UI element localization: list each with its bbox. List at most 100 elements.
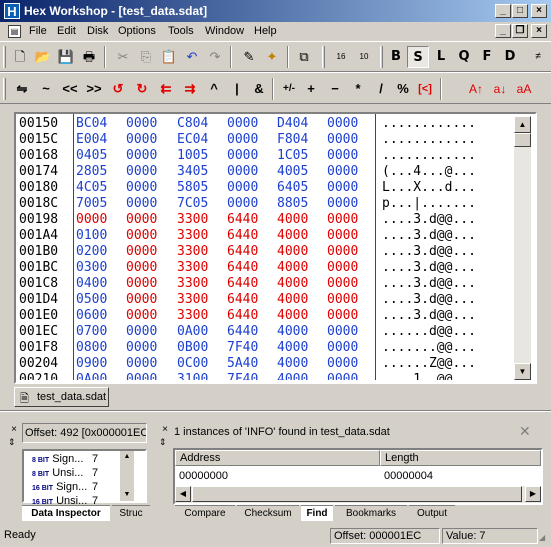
hex-cell[interactable]: 0000	[126, 116, 157, 132]
hex-cell[interactable]: 6440	[227, 260, 258, 276]
hex-cell[interactable]: 6440	[227, 212, 258, 228]
hex-cell[interactable]: 4000	[277, 324, 308, 340]
swap-icon[interactable]: ⇋	[11, 78, 33, 100]
mdi-close-button[interactable]: ×	[531, 24, 547, 38]
hex-row[interactable]: 0018C 7005 0000 7C05 0000 8805 0000 p...|......…	[16, 196, 514, 212]
inspector-row[interactable]: 8 BIT Sign...	[32, 453, 83, 465]
hex-row[interactable]: 00204 0900 0000 0C00 5A40 4000 0000 ......Z@@..…	[16, 356, 514, 372]
hex-cell[interactable]: 0A00	[177, 324, 208, 340]
hex-cell[interactable]: 0000	[126, 356, 157, 372]
hex-cell[interactable]: 0000	[227, 196, 258, 212]
maximize-button[interactable]: □	[512, 4, 528, 18]
hex-cell[interactable]: 3100	[177, 372, 208, 380]
hex-cell[interactable]: 0000	[126, 292, 157, 308]
hex-cell[interactable]: 6405	[277, 180, 308, 196]
hex-cell[interactable]: 1C05	[277, 148, 308, 164]
invert-icon[interactable]: ~	[35, 78, 57, 100]
hex-cell[interactable]: 0000	[327, 180, 358, 196]
rotate-left-icon[interactable]: ↺	[107, 78, 129, 100]
hex-row-ascii[interactable]: ....3.d@@...	[382, 308, 476, 324]
toggle-case-icon[interactable]: aA	[513, 78, 535, 100]
quad-mode-button[interactable]: Q	[453, 46, 475, 68]
tab-output[interactable]: Output	[409, 505, 455, 521]
hex-cell[interactable]: 4000	[277, 228, 308, 244]
toolbar-grip[interactable]	[3, 78, 6, 100]
hex-cell[interactable]: 0000	[227, 180, 258, 196]
scroll-up-button[interactable]: ▲	[514, 116, 531, 133]
hex-cell[interactable]: 7C05	[177, 196, 208, 212]
hex-cell[interactable]: 4000	[277, 356, 308, 372]
scroll-right-button[interactable]: ▶	[525, 486, 541, 502]
hex-row-ascii[interactable]: ......d@@...	[382, 324, 476, 340]
hex-cell[interactable]: 0000	[126, 324, 157, 340]
hex-cell[interactable]: 0000	[126, 372, 157, 380]
hex-cell[interactable]: 3300	[177, 228, 208, 244]
hex-cell[interactable]: 0700	[76, 324, 107, 340]
hex-cell[interactable]: 4005	[277, 164, 308, 180]
hex-cell[interactable]: 4000	[277, 276, 308, 292]
hex-cell[interactable]: 0000	[227, 116, 258, 132]
results-table[interactable]: Address Length 00000000 00000004 ◀ ▶	[173, 448, 543, 505]
mdi-restore-button[interactable]: ❐	[512, 24, 528, 38]
hex-row[interactable]: 00174 2805 0000 3405 0000 4005 0000 (...4...@..…	[16, 164, 514, 180]
hex-cell[interactable]: BC04	[76, 116, 107, 132]
menu-disk[interactable]: Disk	[87, 25, 108, 37]
hex-cell[interactable]: 0000	[327, 340, 358, 356]
and-icon[interactable]: &	[248, 78, 270, 100]
hex-row[interactable]: 00210 0A00 0000 3100 7F40 4000 0000 ....1..@@..…	[16, 372, 514, 380]
cut-icon[interactable]: ✂	[112, 46, 134, 68]
hex-cell[interactable]: 0300	[76, 260, 107, 276]
close-icon[interactable]: ×	[159, 424, 171, 436]
modulus-icon[interactable]: %	[392, 78, 414, 100]
inspector-row[interactable]: 8 BIT Unsi...	[32, 467, 83, 479]
hex-cell[interactable]: 0000	[327, 260, 358, 276]
float-mode-button[interactable]: F	[476, 46, 498, 68]
uppercase-icon[interactable]: A↑	[465, 78, 487, 100]
lowercase-icon[interactable]: a↓	[489, 78, 511, 100]
print-icon[interactable]: 🖶	[78, 46, 100, 68]
hex-cell[interactable]: 4000	[277, 244, 308, 260]
hex-cell[interactable]: 1005	[177, 148, 208, 164]
hex-cell[interactable]: 5A40	[227, 356, 258, 372]
hex-cell[interactable]: 3300	[177, 308, 208, 324]
menu-help[interactable]: Help	[254, 25, 277, 37]
hex-row-ascii[interactable]: ......Z@@...	[382, 356, 476, 372]
hex-cell[interactable]: 6440	[227, 228, 258, 244]
hex-row[interactable]: 001E0 0600 0000 3300 6440 4000 0000 ....3.d@@..…	[16, 308, 514, 324]
open-file-icon[interactable]: 📂	[32, 46, 54, 68]
hex-cell[interactable]: 0000	[327, 228, 358, 244]
hex-row[interactable]: 001BC 0300 0000 3300 6440 4000 0000 ....3.d@@..…	[16, 260, 514, 276]
replace-icon[interactable]: ✦	[261, 46, 283, 68]
hex-row-ascii[interactable]: ............	[382, 148, 476, 164]
tab-find[interactable]: Find	[301, 505, 333, 521]
negate-icon[interactable]: +/-	[278, 78, 300, 100]
hex-cell[interactable]: 0000	[327, 244, 358, 260]
block-icon[interactable]: [<]	[414, 78, 436, 100]
hex-cell[interactable]: 6440	[227, 276, 258, 292]
hex-cell[interactable]: 0000	[327, 276, 358, 292]
hex-row-ascii[interactable]: ....1..@@...	[382, 372, 476, 380]
hex-row[interactable]: 001B0 0200 0000 3300 6440 4000 0000 ....3.d@@..…	[16, 244, 514, 260]
hex-cell[interactable]: 0000	[126, 228, 157, 244]
hex-cell[interactable]: 0000	[126, 244, 157, 260]
menu-window[interactable]: Window	[205, 25, 244, 37]
hex-cell[interactable]: 0000	[327, 116, 358, 132]
minimize-button[interactable]: _	[495, 4, 511, 18]
hex-cell[interactable]: 0000	[126, 196, 157, 212]
hex-cell[interactable]: 0B00	[177, 340, 208, 356]
column-header-length[interactable]: Length	[380, 450, 541, 466]
toolbar-grip[interactable]	[322, 46, 325, 68]
hex-cell[interactable]: 0405	[76, 148, 107, 164]
hex-cell[interactable]: 3300	[177, 212, 208, 228]
hex-cell[interactable]: 4000	[277, 340, 308, 356]
document-icon[interactable]: ▤	[8, 25, 21, 38]
block-shift-right-icon[interactable]: ⇉	[179, 78, 201, 100]
short-mode-button[interactable]: S	[407, 46, 429, 68]
hex-row-ascii[interactable]: (...4...@...	[382, 164, 476, 180]
tab-checksum[interactable]: Checksum	[237, 505, 299, 521]
add-icon[interactable]: +	[300, 78, 322, 100]
hex-row-ascii[interactable]: ............	[382, 116, 476, 132]
hex-cell[interactable]: 5805	[177, 180, 208, 196]
menu-file[interactable]: File	[29, 25, 47, 37]
scroll-left-button[interactable]: ◀	[175, 486, 191, 502]
